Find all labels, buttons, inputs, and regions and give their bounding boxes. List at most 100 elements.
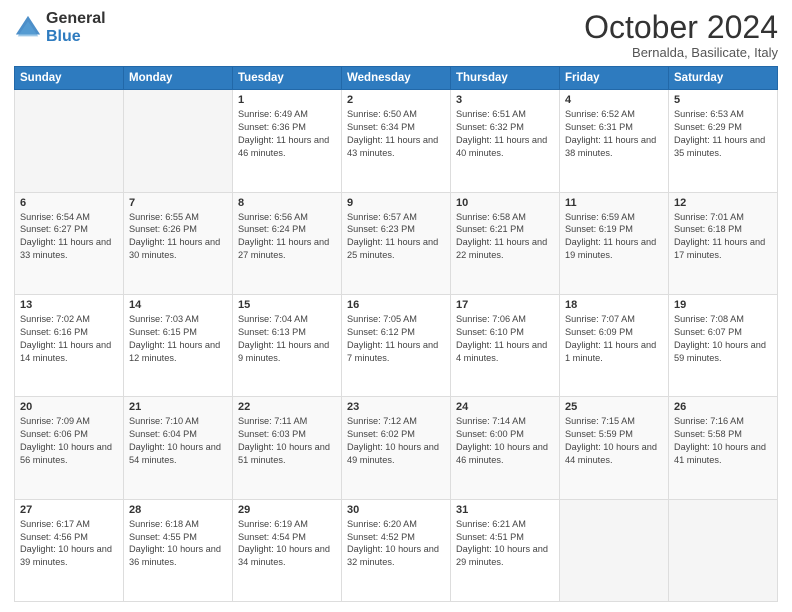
- day-number: 2: [347, 94, 445, 106]
- calendar-cell: 8 Sunrise: 6:56 AM Sunset: 6:24 PM Daylig…: [233, 192, 342, 294]
- day-number: 31: [456, 504, 554, 516]
- col-tuesday: Tuesday: [233, 67, 342, 90]
- day-info: Sunrise: 6:55 AM Sunset: 6:26 PM Dayligh…: [129, 211, 227, 263]
- calendar-cell: 18 Sunrise: 7:07 AM Sunset: 6:09 PM Dayli…: [560, 294, 669, 396]
- calendar-cell: 30 Sunrise: 6:20 AM Sunset: 4:52 PM Dayli…: [342, 499, 451, 601]
- logo-icon: [14, 14, 42, 42]
- day-number: 11: [565, 197, 663, 209]
- day-info: Sunrise: 7:12 AM Sunset: 6:02 PM Dayligh…: [347, 415, 445, 467]
- logo-text: General Blue: [46, 10, 106, 45]
- day-info: Sunrise: 6:53 AM Sunset: 6:29 PM Dayligh…: [674, 108, 772, 160]
- day-number: 3: [456, 94, 554, 106]
- col-monday: Monday: [124, 67, 233, 90]
- day-number: 20: [20, 401, 118, 413]
- day-info: Sunrise: 7:16 AM Sunset: 5:58 PM Dayligh…: [674, 415, 772, 467]
- day-number: 23: [347, 401, 445, 413]
- week-row-2: 13 Sunrise: 7:02 AM Sunset: 6:16 PM Dayli…: [15, 294, 778, 396]
- day-number: 24: [456, 401, 554, 413]
- week-row-4: 27 Sunrise: 6:17 AM Sunset: 4:56 PM Dayli…: [15, 499, 778, 601]
- col-friday: Friday: [560, 67, 669, 90]
- calendar-cell: 4 Sunrise: 6:52 AM Sunset: 6:31 PM Daylig…: [560, 90, 669, 192]
- header: General Blue October 2024 Bernalda, Basi…: [14, 10, 778, 60]
- day-info: Sunrise: 7:08 AM Sunset: 6:07 PM Dayligh…: [674, 313, 772, 365]
- calendar-cell: 27 Sunrise: 6:17 AM Sunset: 4:56 PM Dayli…: [15, 499, 124, 601]
- col-sunday: Sunday: [15, 67, 124, 90]
- day-number: 17: [456, 299, 554, 311]
- day-number: 26: [674, 401, 772, 413]
- calendar-cell: 14Sunrise: 7:03 AM Sunset: 6:15 PM Dayli…: [124, 294, 233, 396]
- day-info: Sunrise: 6:59 AM Sunset: 6:19 PM Dayligh…: [565, 211, 663, 263]
- calendar-cell: 2Sunrise: 6:50 AM Sunset: 6:34 PM Daylig…: [342, 90, 451, 192]
- day-info: Sunrise: 7:14 AM Sunset: 6:00 PM Dayligh…: [456, 415, 554, 467]
- day-number: 18: [565, 299, 663, 311]
- day-number: 10: [456, 197, 554, 209]
- day-info: Sunrise: 6:20 AM Sunset: 4:52 PM Dayligh…: [347, 518, 445, 570]
- calendar-cell: 20 Sunrise: 7:09 AM Sunset: 6:06 PM Dayli…: [15, 397, 124, 499]
- week-row-3: 20 Sunrise: 7:09 AM Sunset: 6:06 PM Dayli…: [15, 397, 778, 499]
- calendar-cell: 10Sunrise: 6:58 AM Sunset: 6:21 PM Dayli…: [451, 192, 560, 294]
- week-row-1: 6 Sunrise: 6:54 AM Sunset: 6:27 PM Daylig…: [15, 192, 778, 294]
- day-info: Sunrise: 7:07 AM Sunset: 6:09 PM Dayligh…: [565, 313, 663, 365]
- day-number: 21: [129, 401, 227, 413]
- week-row-0: 1 Sunrise: 6:49 AM Sunset: 6:36 PM Daylig…: [15, 90, 778, 192]
- calendar-cell: 29Sunrise: 6:19 AM Sunset: 4:54 PM Dayli…: [233, 499, 342, 601]
- calendar-cell: [15, 90, 124, 192]
- day-info: Sunrise: 7:02 AM Sunset: 6:16 PM Dayligh…: [20, 313, 118, 365]
- day-number: 22: [238, 401, 336, 413]
- calendar-cell: 23 Sunrise: 7:12 AM Sunset: 6:02 PM Dayli…: [342, 397, 451, 499]
- month-title: October 2024: [584, 10, 778, 45]
- calendar-cell: 28 Sunrise: 6:18 AM Sunset: 4:55 PM Dayli…: [124, 499, 233, 601]
- day-number: 7: [129, 197, 227, 209]
- logo: General Blue: [14, 10, 106, 45]
- day-number: 28: [129, 504, 227, 516]
- calendar-cell: 19Sunrise: 7:08 AM Sunset: 6:07 PM Dayli…: [669, 294, 778, 396]
- logo-general-label: General: [46, 10, 106, 28]
- calendar-cell: 1 Sunrise: 6:49 AM Sunset: 6:36 PM Daylig…: [233, 90, 342, 192]
- subtitle: Bernalda, Basilicate, Italy: [584, 45, 778, 60]
- day-number: 12: [674, 197, 772, 209]
- col-thursday: Thursday: [451, 67, 560, 90]
- day-number: 30: [347, 504, 445, 516]
- day-info: Sunrise: 7:11 AM Sunset: 6:03 PM Dayligh…: [238, 415, 336, 467]
- day-info: Sunrise: 6:52 AM Sunset: 6:31 PM Dayligh…: [565, 108, 663, 160]
- day-number: 27: [20, 504, 118, 516]
- calendar-cell: 15Sunrise: 7:04 AM Sunset: 6:13 PM Dayli…: [233, 294, 342, 396]
- day-number: 9: [347, 197, 445, 209]
- day-number: 6: [20, 197, 118, 209]
- calendar-cell: 31 Sunrise: 6:21 AM Sunset: 4:51 PM Dayli…: [451, 499, 560, 601]
- calendar-cell: [560, 499, 669, 601]
- calendar-cell: 24 Sunrise: 7:14 AM Sunset: 6:00 PM Dayli…: [451, 397, 560, 499]
- day-info: Sunrise: 6:54 AM Sunset: 6:27 PM Dayligh…: [20, 211, 118, 263]
- calendar-cell: [124, 90, 233, 192]
- calendar-cell: 11 Sunrise: 6:59 AM Sunset: 6:19 PM Dayli…: [560, 192, 669, 294]
- calendar-cell: 26 Sunrise: 7:16 AM Sunset: 5:58 PM Dayli…: [669, 397, 778, 499]
- day-info: Sunrise: 7:15 AM Sunset: 5:59 PM Dayligh…: [565, 415, 663, 467]
- calendar-cell: 25 Sunrise: 7:15 AM Sunset: 5:59 PM Dayli…: [560, 397, 669, 499]
- calendar-cell: 16Sunrise: 7:05 AM Sunset: 6:12 PM Dayli…: [342, 294, 451, 396]
- day-number: 1: [238, 94, 336, 106]
- calendar-cell: 22 Sunrise: 7:11 AM Sunset: 6:03 PM Dayli…: [233, 397, 342, 499]
- day-info: Sunrise: 6:21 AM Sunset: 4:51 PM Dayligh…: [456, 518, 554, 570]
- calendar-cell: 17 Sunrise: 7:06 AM Sunset: 6:10 PM Dayli…: [451, 294, 560, 396]
- day-info: Sunrise: 7:06 AM Sunset: 6:10 PM Dayligh…: [456, 313, 554, 365]
- day-number: 25: [565, 401, 663, 413]
- day-number: 5: [674, 94, 772, 106]
- day-info: Sunrise: 7:09 AM Sunset: 6:06 PM Dayligh…: [20, 415, 118, 467]
- page: General Blue October 2024 Bernalda, Basi…: [0, 0, 792, 612]
- day-number: 4: [565, 94, 663, 106]
- day-info: Sunrise: 6:17 AM Sunset: 4:56 PM Dayligh…: [20, 518, 118, 570]
- col-wednesday: Wednesday: [342, 67, 451, 90]
- day-number: 13: [20, 299, 118, 311]
- day-info: Sunrise: 6:49 AM Sunset: 6:36 PM Dayligh…: [238, 108, 336, 160]
- day-info: Sunrise: 6:19 AM Sunset: 4:54 PM Dayligh…: [238, 518, 336, 570]
- calendar-cell: 5 Sunrise: 6:53 AM Sunset: 6:29 PM Daylig…: [669, 90, 778, 192]
- day-info: Sunrise: 6:56 AM Sunset: 6:24 PM Dayligh…: [238, 211, 336, 263]
- day-number: 8: [238, 197, 336, 209]
- calendar-cell: [669, 499, 778, 601]
- day-info: Sunrise: 6:18 AM Sunset: 4:55 PM Dayligh…: [129, 518, 227, 570]
- day-info: Sunrise: 6:51 AM Sunset: 6:32 PM Dayligh…: [456, 108, 554, 160]
- header-row: Sunday Monday Tuesday Wednesday Thursday…: [15, 67, 778, 90]
- day-info: Sunrise: 7:10 AM Sunset: 6:04 PM Dayligh…: [129, 415, 227, 467]
- day-number: 14: [129, 299, 227, 311]
- col-saturday: Saturday: [669, 67, 778, 90]
